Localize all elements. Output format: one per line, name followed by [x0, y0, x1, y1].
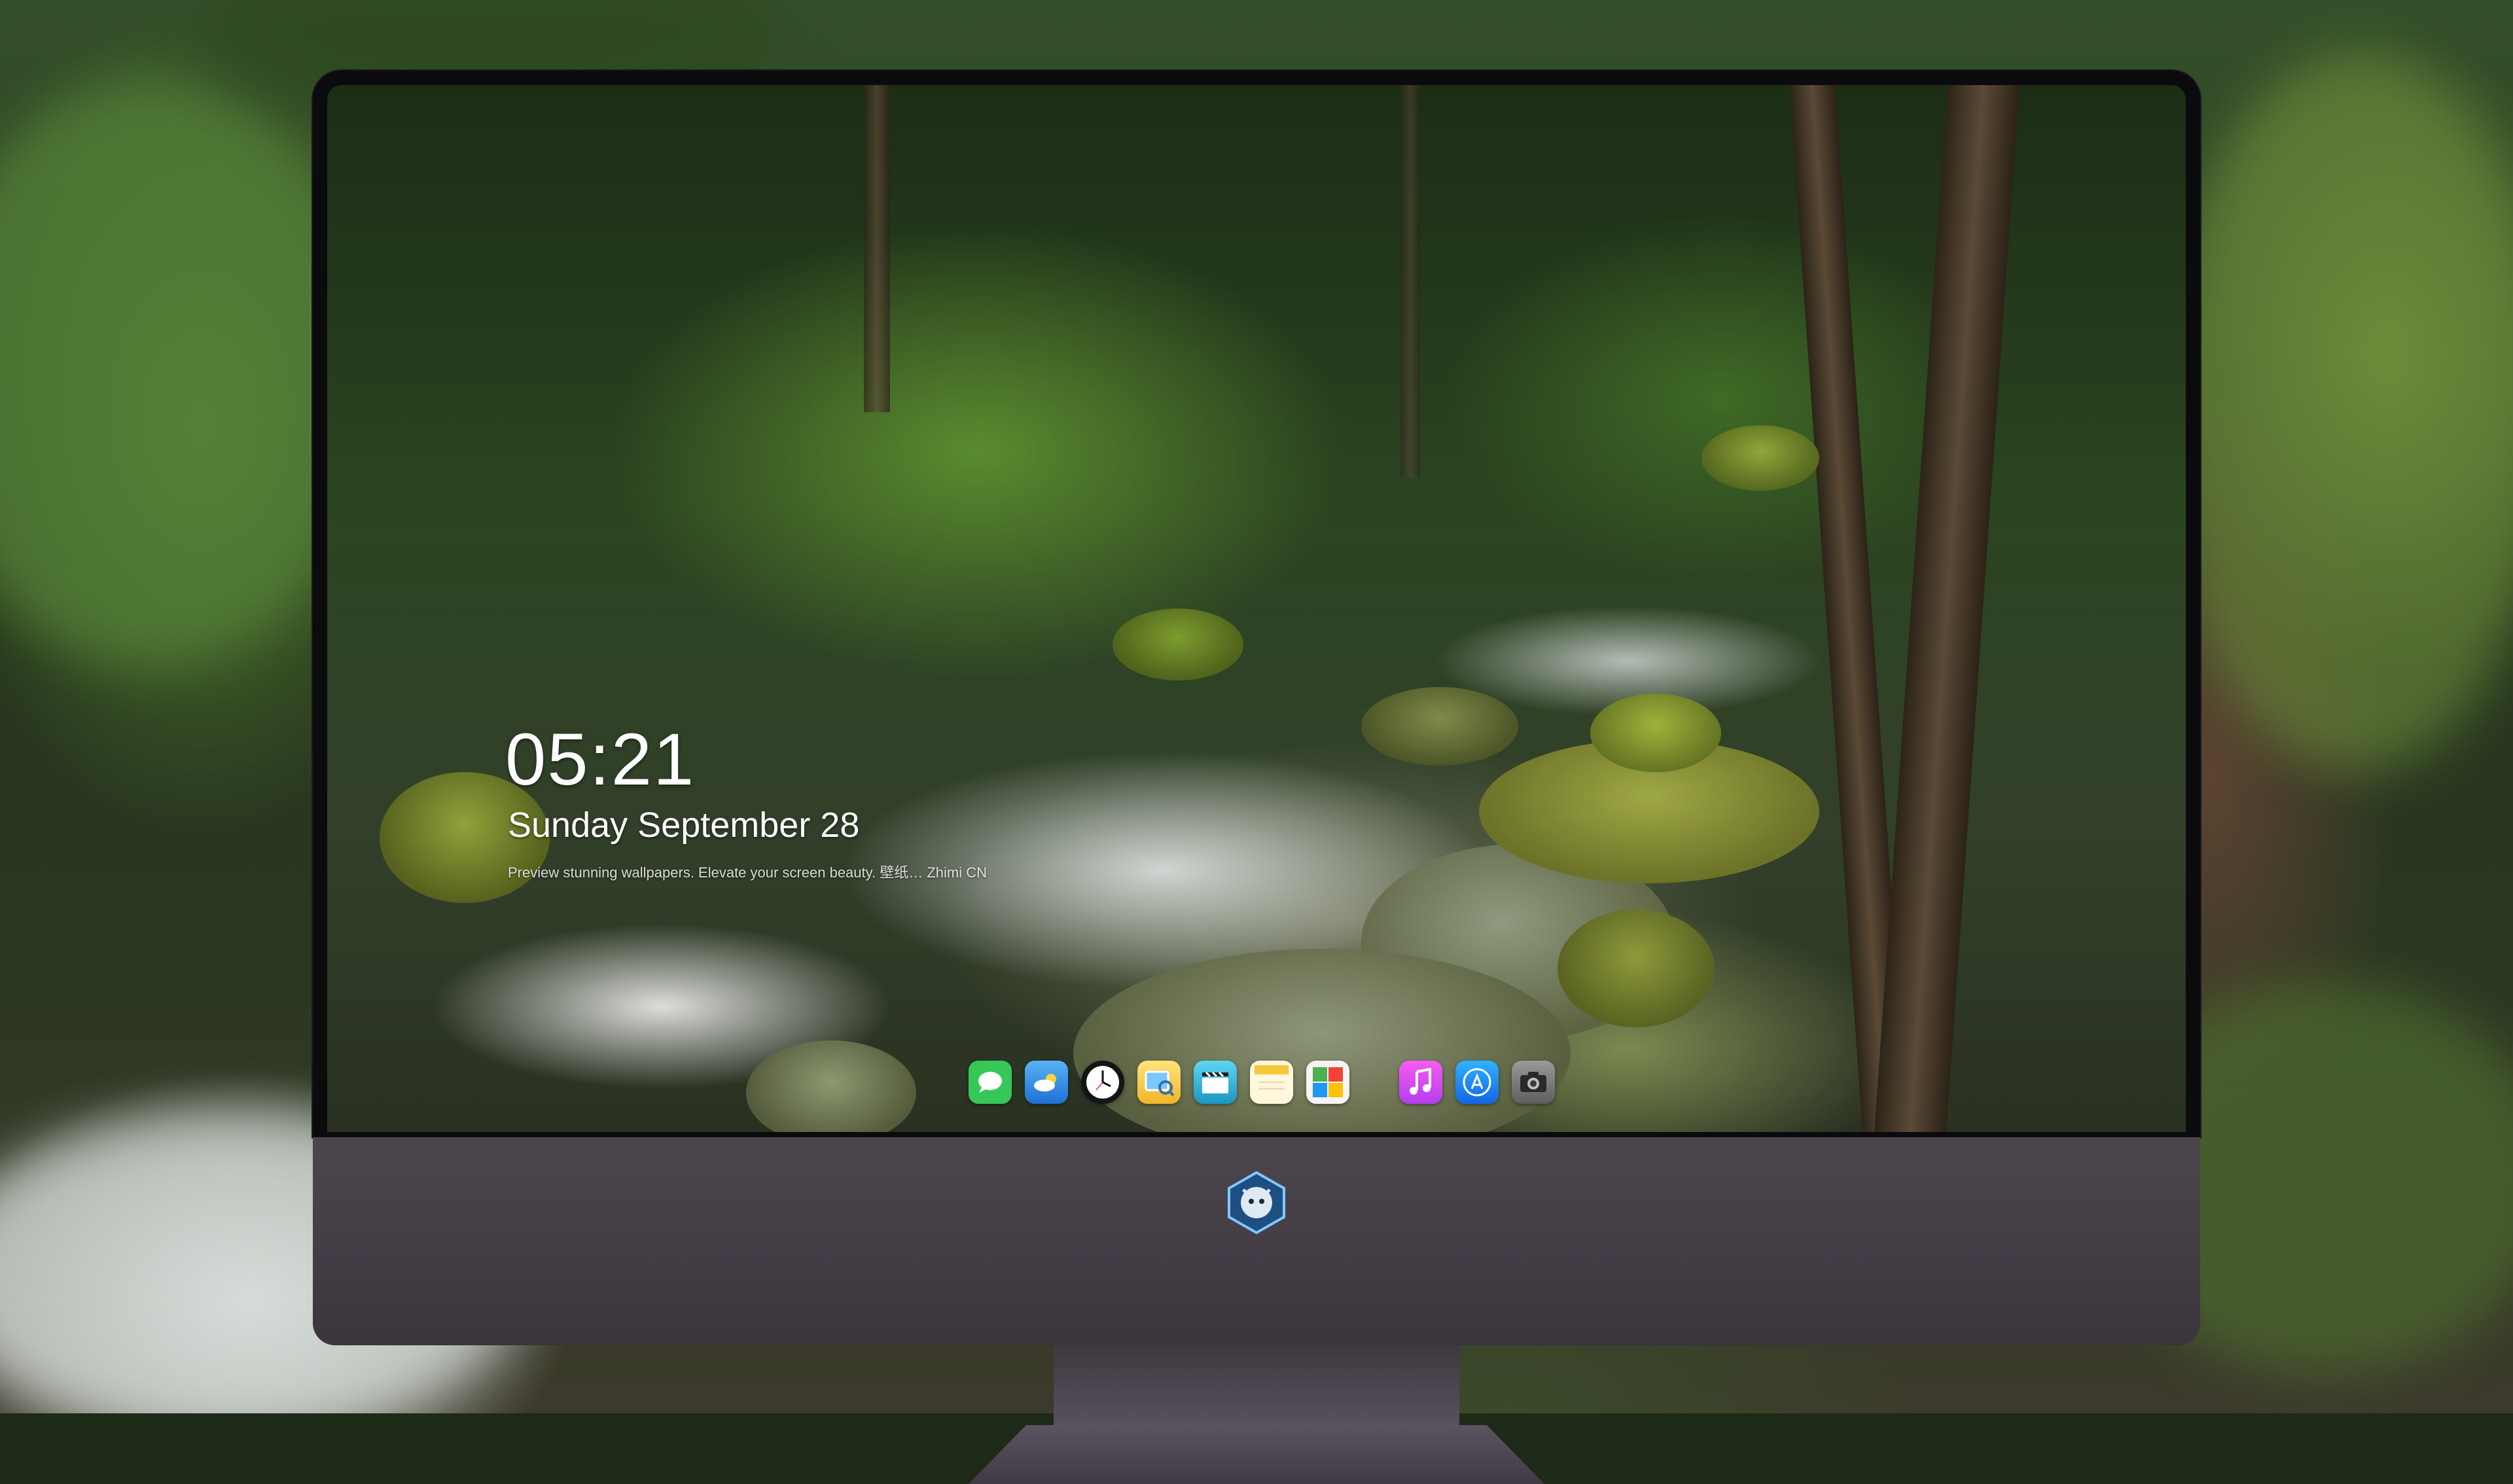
- dock: [969, 1053, 1555, 1111]
- monitor-stand-neck: [1054, 1345, 1459, 1430]
- weather-icon[interactable]: [1025, 1061, 1068, 1104]
- dock-separator: [1363, 1082, 1386, 1083]
- clips-icon[interactable]: [1194, 1061, 1237, 1104]
- monitor-stand-base: [969, 1425, 1544, 1484]
- wallpaper-caption: Preview stunning wallpapers. Elevate you…: [508, 864, 988, 881]
- notes-icon[interactable]: [1250, 1061, 1293, 1104]
- monitor-logo-badge: [1224, 1170, 1289, 1235]
- lock-screen-date: Sunday September 28: [508, 805, 860, 845]
- app-store-icon[interactable]: [1455, 1061, 1499, 1104]
- clock-icon[interactable]: [1081, 1061, 1124, 1104]
- itunes-icon[interactable]: [1399, 1061, 1442, 1104]
- monitor-chin: [313, 1137, 2200, 1345]
- photo-booth-icon[interactable]: [1306, 1061, 1349, 1104]
- imac-monitor: 05:21 Sunday September 28 Preview stunni…: [313, 71, 2200, 1484]
- lock-screen-time: 05:21: [505, 718, 696, 800]
- monitor-bezel: 05:21 Sunday September 28 Preview stunni…: [313, 71, 2200, 1137]
- messages-icon[interactable]: [969, 1061, 1012, 1104]
- preview-icon[interactable]: [1137, 1061, 1181, 1104]
- desktop-screen: 05:21 Sunday September 28 Preview stunni…: [327, 85, 2186, 1132]
- camera-icon[interactable]: [1512, 1061, 1555, 1104]
